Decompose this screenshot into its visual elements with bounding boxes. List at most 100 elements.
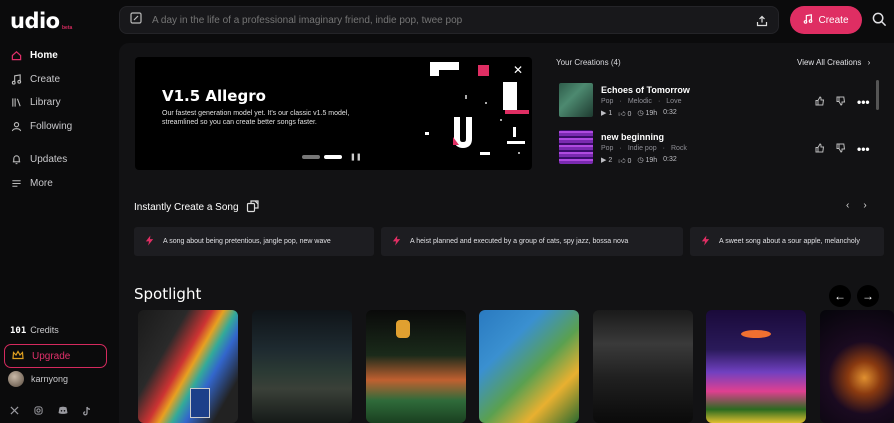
track-actions: ••• — [815, 140, 870, 158]
tag[interactable]: Indie pop — [628, 145, 657, 152]
sidebar-item-home[interactable]: Home — [10, 47, 58, 63]
view-all-label: View All Creations — [797, 58, 862, 67]
suggestions-nav: ‹ › — [846, 200, 867, 211]
creation-row[interactable]: Echoes of Tomorrow Pop · Melodic · Love … — [559, 83, 879, 118]
prompt-bar — [119, 6, 779, 34]
track-title[interactable]: Echoes of Tomorrow — [601, 85, 690, 95]
home-icon — [10, 49, 22, 61]
arrow-right-icon[interactable]: → — [857, 285, 879, 307]
instagram-icon[interactable] — [33, 405, 44, 416]
lightning-icon — [391, 235, 402, 248]
spotlight-card[interactable] — [366, 310, 466, 423]
suggestion-card[interactable]: A heist planned and executed by a group … — [381, 227, 683, 256]
age-value: 19h — [645, 157, 658, 164]
track-tags: Pop · Melodic · Love — [601, 98, 681, 105]
upgrade-button[interactable]: Upgrade — [4, 344, 107, 368]
tag[interactable]: Pop — [601, 98, 613, 105]
track-tags: Pop · Indie pop · Rock — [601, 145, 687, 152]
spotlight-card[interactable] — [138, 310, 238, 423]
spotlight-card[interactable] — [593, 310, 693, 423]
more-options-icon[interactable]: ••• — [857, 142, 870, 156]
close-icon[interactable]: ✕ — [513, 63, 523, 77]
sidebar-item-more[interactable]: More — [10, 175, 53, 191]
creation-row[interactable]: new beginning Pop · Indie pop · Rock ▶ 2… — [559, 130, 879, 165]
suggestion-card[interactable]: A song about being pretentious, jangle p… — [134, 227, 374, 256]
track-artwork[interactable] — [559, 130, 593, 164]
user-profile[interactable]: karnyong — [8, 371, 68, 387]
suggestion-text: A song about being pretentious, jangle p… — [163, 238, 331, 245]
tag[interactable]: Love — [666, 98, 681, 105]
banner-description: Our fastest generation model yet. It's o… — [162, 110, 350, 126]
sidebar-item-label: More — [30, 177, 53, 189]
bell-icon — [10, 153, 22, 165]
carousel-indicators: ❚❚ — [302, 153, 362, 161]
view-all-creations-link[interactable]: View All Creations › — [797, 58, 870, 67]
spotlight-card[interactable] — [706, 310, 806, 423]
udio-logo[interactable]: udio — [10, 9, 60, 33]
suggestion-card[interactable]: A sweet song about a sour apple, melanch… — [690, 227, 884, 256]
music-note-icon — [10, 73, 22, 85]
sidebar-item-library[interactable]: Library — [10, 94, 61, 110]
carousel-dot[interactable] — [302, 155, 320, 159]
chevron-right-icon[interactable]: › — [863, 200, 866, 211]
upgrade-label: Upgrade — [32, 350, 71, 362]
plays-count: ▶ 1 — [601, 110, 613, 117]
avatar — [8, 371, 24, 387]
plays-value: 1 — [608, 110, 613, 117]
spotlight-art-detail — [396, 320, 410, 338]
library-icon — [10, 96, 22, 108]
creations-scrollbar[interactable] — [876, 80, 879, 110]
sidebar-item-create[interactable]: Create — [10, 71, 60, 87]
sidebar-item-label: Home — [30, 49, 58, 61]
thumbs-up-icon[interactable] — [815, 93, 825, 111]
lightning-icon — [144, 235, 155, 248]
tag-separator: · — [619, 145, 622, 152]
tag[interactable]: Rock — [671, 145, 687, 152]
track-title[interactable]: new beginning — [601, 132, 664, 142]
plays-value: 2 — [608, 157, 613, 164]
search-icon[interactable] — [872, 12, 887, 32]
release-banner[interactable]: V1.5 Allegro Our fastest generation mode… — [135, 57, 532, 170]
sidebar-item-label: Create — [30, 73, 61, 85]
thumbs-down-icon[interactable] — [836, 140, 846, 158]
sidebar-item-following[interactable]: Following — [10, 118, 72, 134]
tag-separator: · — [619, 98, 622, 105]
creations-heading: Your Creations (4) — [556, 58, 621, 67]
instant-create-label: Instantly Create a Song — [134, 202, 239, 213]
spotlight-art-detail — [190, 388, 210, 418]
likes-value: 0 — [627, 111, 632, 118]
prompt-input[interactable] — [152, 14, 742, 26]
spotlight-card[interactable] — [479, 310, 579, 423]
pause-icon[interactable]: ❚❚ — [350, 153, 362, 161]
user-icon — [10, 120, 22, 132]
sidebar: udio beta Home Create Library Following … — [0, 0, 118, 423]
track-artwork[interactable] — [559, 83, 593, 117]
thumbs-up-icon[interactable] — [815, 140, 825, 158]
tag[interactable]: Pop — [601, 145, 613, 152]
likes-count: 👍︎ 0 — [618, 111, 632, 118]
tiktok-icon[interactable] — [81, 405, 92, 416]
spotlight-card[interactable] — [820, 310, 894, 423]
tag[interactable]: Melodic — [628, 98, 652, 105]
discord-icon[interactable] — [57, 405, 68, 416]
sidebar-item-updates[interactable]: Updates — [10, 151, 67, 167]
create-button[interactable]: Create — [790, 6, 862, 34]
chevron-left-icon[interactable]: ‹ — [846, 200, 849, 211]
spotlight-card[interactable] — [252, 310, 352, 423]
track-stats: ▶ 2 👍︎ 0 ◷ 19h 0:32 — [601, 156, 677, 165]
sidebar-item-label: Following — [30, 120, 73, 132]
arrow-left-icon[interactable]: ← — [829, 285, 851, 307]
music-note-icon — [803, 13, 813, 27]
likes-value: 0 — [627, 158, 632, 165]
shuffle-icon[interactable] — [246, 199, 260, 216]
age-value: 19h — [645, 110, 658, 117]
thumbs-down-icon[interactable] — [836, 93, 846, 111]
crown-icon — [12, 349, 24, 363]
carousel-dot-active[interactable] — [324, 155, 342, 159]
more-options-icon[interactable]: ••• — [857, 95, 870, 109]
create-label: Create — [818, 14, 849, 26]
share-icon[interactable] — [756, 14, 768, 32]
tag-separator: · — [662, 145, 665, 152]
duration: 0:32 — [663, 109, 677, 116]
x-icon[interactable] — [9, 405, 20, 416]
